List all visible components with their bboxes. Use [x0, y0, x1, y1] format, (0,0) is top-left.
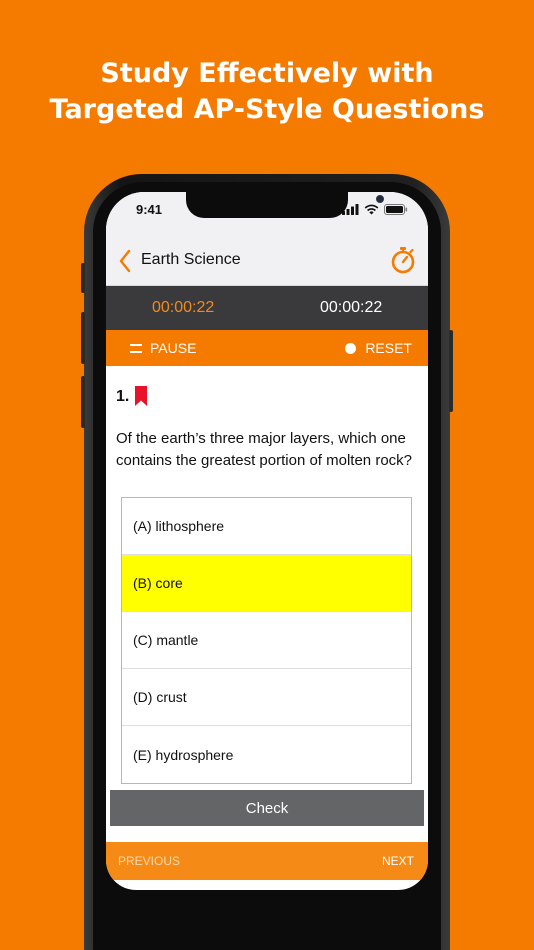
phone-power-button — [449, 330, 453, 412]
footer-bar: PREVIOUS NEXT — [106, 842, 428, 880]
total-timer: 00:00:22 — [320, 299, 383, 316]
headline-line-1: Study Effectively with — [100, 58, 434, 89]
question-number: 1. — [116, 388, 130, 405]
status-time: 9:41 — [136, 202, 163, 217]
battery-icon — [384, 204, 408, 215]
nav-bar: Earth Science — [106, 236, 428, 286]
pause-label: PAUSE — [150, 340, 197, 356]
control-bar: PAUSE RESET — [106, 330, 428, 366]
nav-title: Earth Science — [141, 251, 241, 268]
check-button[interactable]: Check — [110, 790, 424, 826]
front-camera — [376, 195, 384, 203]
wifi-icon — [364, 204, 379, 215]
timer-bar: 00:00:22 00:00:22 — [106, 286, 428, 330]
answer-option-d[interactable]: (D) crust — [122, 669, 411, 726]
answer-option-label: (E) hydrosphere — [133, 746, 234, 763]
previous-button[interactable]: PREVIOUS — [118, 854, 180, 868]
reset-icon — [345, 342, 357, 354]
chevron-left-icon[interactable] — [116, 248, 134, 274]
status-icons — [342, 204, 408, 215]
reset-button[interactable]: RESET — [345, 340, 412, 356]
bookmark-icon[interactable] — [135, 386, 147, 406]
headline-line-2: Targeted AP-Style Questions — [49, 94, 485, 125]
pause-icon — [130, 343, 142, 353]
phone-volume-down — [81, 376, 85, 428]
phone-mute-switch — [81, 263, 85, 293]
answer-option-label: (C) mantle — [133, 632, 199, 648]
reset-label: RESET — [365, 340, 412, 356]
answer-option-label: (A) lithosphere — [133, 518, 225, 534]
pause-button[interactable]: PAUSE — [130, 340, 196, 356]
question-text: Of the earth’s three major layers, which… — [116, 430, 413, 469]
answer-option-b[interactable]: (B) core — [122, 555, 411, 612]
answer-option-label: (D) crust — [133, 689, 187, 705]
answer-option-label: (B) core — [133, 575, 183, 591]
headline: Study Effectively with Targeted AP-Style… — [0, 56, 534, 128]
phone-notch — [186, 192, 384, 218]
stopwatch-icon[interactable] — [390, 246, 416, 274]
question-timer: 00:00:22 — [152, 299, 215, 316]
answer-option-e[interactable]: (E) hydrosphere — [122, 726, 411, 783]
answer-option-a[interactable]: (A) lithosphere — [122, 498, 411, 555]
phone-volume-up — [81, 312, 85, 364]
phone-screen: 9:41 Earth Science 00:00:22 00:00:22 PAU… — [106, 192, 428, 890]
next-button[interactable]: NEXT — [382, 854, 414, 868]
answer-option-c[interactable]: (C) mantle — [122, 612, 411, 669]
answer-options: (A) lithosphere (B) core (C) mantle (D) … — [121, 497, 412, 784]
